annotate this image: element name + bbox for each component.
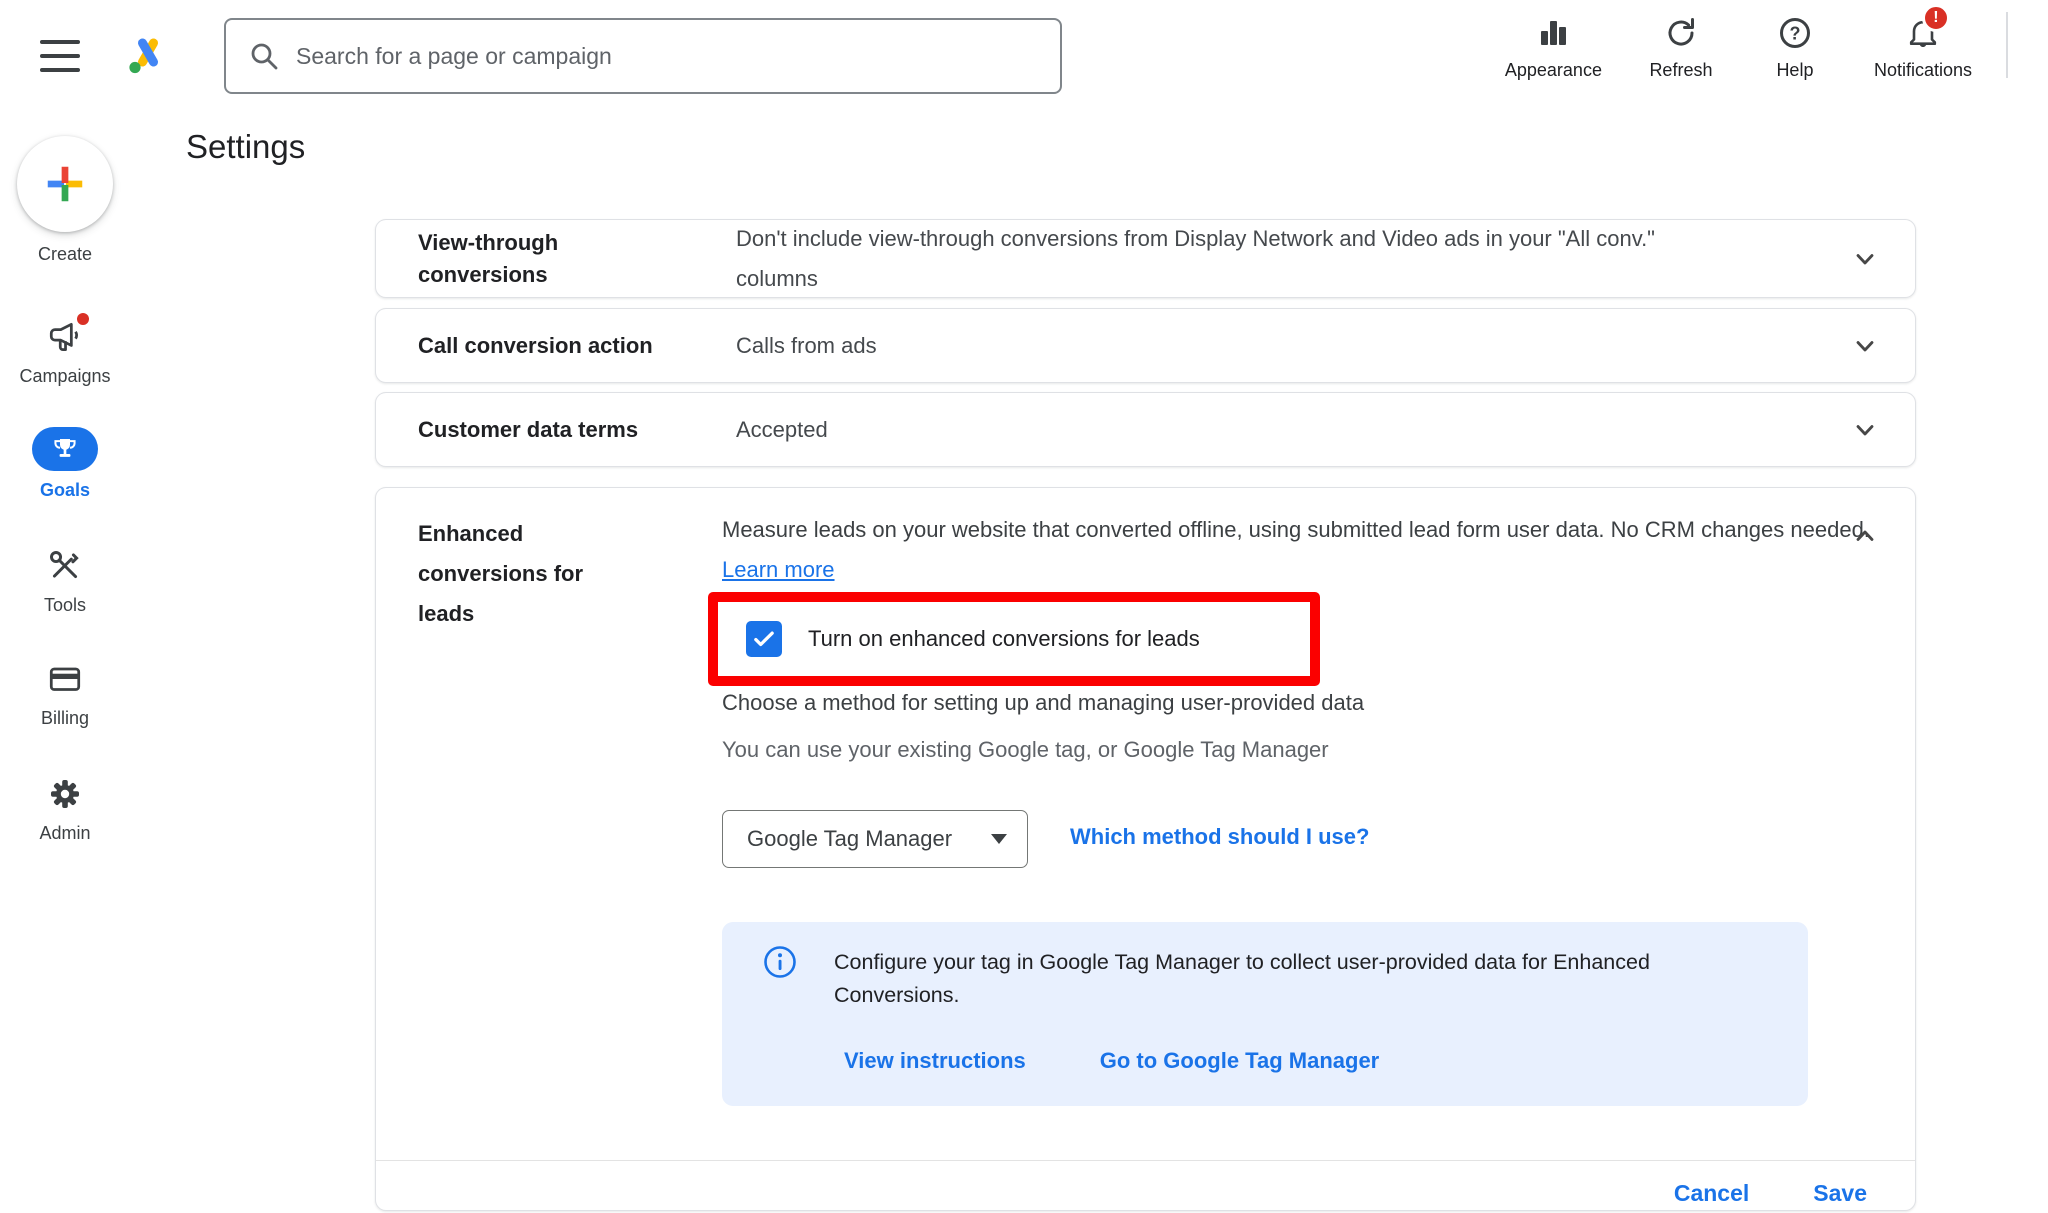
method-select-value: Google Tag Manager (747, 826, 952, 852)
setting-row-view-through-conversions[interactable]: View-through conversions Don't include v… (375, 219, 1916, 298)
annotation-highlight-box: Turn on enhanced conversions for leads (708, 592, 1320, 686)
create-label: Create (38, 244, 92, 265)
sidebar-item-tools[interactable]: Tools (0, 546, 130, 616)
search-bar[interactable] (224, 18, 1062, 94)
notifications-label: Notifications (1874, 60, 1972, 81)
learn-more-link[interactable]: Learn more (722, 557, 835, 582)
admin-gear-icon (47, 776, 83, 812)
notifications-bell-icon: ! (1904, 14, 1942, 52)
enhanced-description: Measure leads on your website that conve… (722, 510, 1872, 590)
setting-row-call-conversion-action[interactable]: Call conversion action Calls from ads (375, 308, 1916, 383)
setting-row-customer-data-terms[interactable]: Customer data terms Accepted (375, 392, 1916, 467)
setting-row-label: Customer data terms (418, 414, 658, 446)
google-ads-settings-page: Appearance Refresh ? Help (0, 0, 2048, 1213)
save-button[interactable]: Save (1813, 1180, 1867, 1207)
campaigns-alert-dot (77, 313, 89, 325)
notifications-button[interactable]: ! Notifications (1874, 14, 1972, 81)
billing-label: Billing (41, 708, 89, 729)
setting-row-label: View-through conversions (418, 227, 658, 291)
appearance-button[interactable]: Appearance (1505, 14, 1602, 81)
chevron-down-icon[interactable] (1849, 414, 1881, 446)
appearance-label: Appearance (1505, 60, 1602, 81)
topbar-divider (2006, 12, 2008, 78)
chevron-down-icon[interactable] (1849, 330, 1881, 362)
hamburger-icon (40, 68, 80, 72)
go-to-gtm-link[interactable]: Go to Google Tag Manager (1100, 1048, 1380, 1074)
goals-label: Goals (40, 480, 90, 501)
setting-row-value: Don't include view-through conversions f… (736, 219, 1691, 299)
tools-icon (46, 547, 84, 585)
info-icon (762, 944, 798, 980)
page-title: Settings (186, 128, 305, 166)
search-icon (248, 40, 280, 72)
sidebar-item-admin[interactable]: Admin (0, 774, 130, 844)
main-menu-button[interactable] (40, 40, 80, 72)
checkbox-label[interactable]: Turn on enhanced conversions for leads (808, 626, 1200, 652)
refresh-label: Refresh (1649, 60, 1712, 81)
enhanced-conversions-checkbox[interactable] (746, 621, 782, 657)
goals-selected-pill[interactable] (32, 427, 98, 471)
sidebar-item-billing[interactable]: Billing (0, 659, 130, 729)
help-icon: ? (1776, 14, 1814, 52)
refresh-icon (1662, 14, 1700, 52)
svg-text:?: ? (1789, 24, 1800, 44)
chevron-up-icon[interactable] (1849, 520, 1881, 552)
info-banner-text: Configure your tag in Google Tag Manager… (834, 946, 1778, 1012)
sidebar-item-goals[interactable]: Goals (0, 427, 130, 501)
setting-row-value: Accepted (736, 410, 1691, 450)
method-heading: Choose a method for setting up and manag… (722, 690, 1364, 716)
which-method-link[interactable]: Which method should I use? (1070, 824, 1369, 850)
admin-label: Admin (39, 823, 90, 844)
create-button[interactable]: Create (0, 136, 130, 265)
refresh-button[interactable]: Refresh (1646, 14, 1716, 81)
help-button[interactable]: ? Help (1760, 14, 1830, 81)
dropdown-arrow-icon (991, 834, 1007, 844)
search-input[interactable] (296, 43, 1038, 70)
sidebar-item-campaigns[interactable]: Campaigns (0, 317, 130, 387)
trophy-icon (50, 434, 80, 464)
create-circle[interactable] (17, 136, 113, 232)
setting-row-label: Call conversion action (418, 330, 658, 362)
method-subtext: You can use your existing Google tag, or… (722, 737, 1329, 763)
enhanced-conversions-for-leads-card: Enhanced conversions for leads Measure l… (375, 487, 1916, 1211)
enhanced-description-text: Measure leads on your website that conve… (722, 517, 1870, 542)
info-banner: Configure your tag in Google Tag Manager… (722, 922, 1808, 1106)
tools-label: Tools (44, 595, 86, 616)
method-select-dropdown[interactable]: Google Tag Manager (722, 810, 1028, 868)
setting-row-value: Calls from ads (736, 326, 1691, 366)
cancel-button[interactable]: Cancel (1674, 1180, 1749, 1207)
hamburger-icon (40, 40, 80, 44)
billing-icon (46, 660, 84, 698)
multicolor-plus-icon (42, 161, 88, 207)
help-label: Help (1776, 60, 1813, 81)
topbar-actions: Appearance Refresh ? Help (1505, 14, 1972, 81)
view-instructions-link[interactable]: View instructions (844, 1048, 1026, 1074)
hamburger-icon (40, 54, 80, 58)
notification-badge: ! (1922, 4, 1950, 32)
google-ads-logo-icon[interactable] (124, 32, 172, 80)
card-footer: Cancel Save (1674, 1180, 1867, 1207)
checkmark-icon (750, 625, 778, 653)
campaigns-label: Campaigns (19, 366, 110, 387)
chevron-down-icon[interactable] (1849, 243, 1881, 275)
appearance-icon (1534, 14, 1572, 52)
setting-row-label: Enhanced conversions for leads (418, 514, 643, 634)
footer-divider (376, 1160, 1915, 1161)
